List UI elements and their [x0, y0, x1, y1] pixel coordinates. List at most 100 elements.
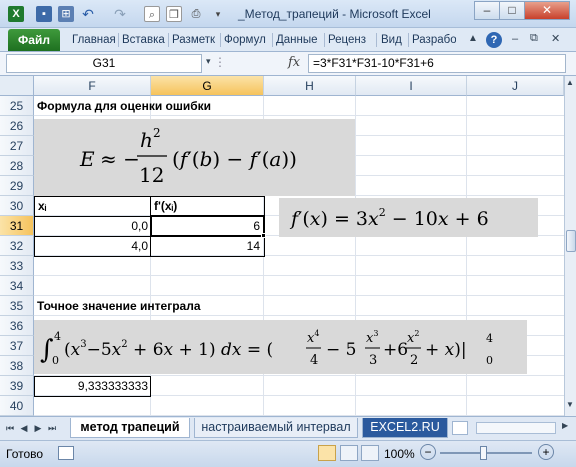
select-all-corner[interactable]	[0, 76, 34, 96]
row-header-31[interactable]: 31	[0, 216, 34, 236]
error-formula-svg: E ≈ − h 2 12 (f′(b) − f′(a))	[79, 126, 297, 187]
row-header-37[interactable]: 37	[0, 336, 34, 356]
column-header-h[interactable]: H	[264, 76, 356, 96]
macro-record-icon[interactable]	[58, 446, 74, 460]
maximize-icon[interactable]: □	[499, 1, 525, 20]
ribbon-tabs: Файл Главная Вставка Разметк Формул Данн…	[0, 28, 576, 52]
prev-sheet-icon[interactable]: ◀	[18, 422, 30, 434]
zoom-level[interactable]: 100%	[384, 447, 415, 461]
svg-text:+ x)|: + x)|	[425, 340, 467, 360]
column-header-f[interactable]: F	[34, 76, 151, 96]
zoom-slider-thumb[interactable]	[480, 446, 487, 460]
svg-text:(f′(b) − f′(a)): (f′(b) − f′(a))	[172, 147, 297, 171]
scroll-thumb[interactable]	[566, 230, 576, 252]
row-header-38[interactable]: 38	[0, 356, 34, 376]
cell-g32[interactable]: 14	[152, 236, 260, 256]
tab-formulas[interactable]: Формул	[224, 34, 268, 46]
cell-f30[interactable]: xᵢ	[38, 196, 46, 216]
doc-close-icon[interactable]: ✕	[551, 32, 560, 45]
cell-f31[interactable]: 0,0	[36, 216, 148, 236]
worksheet-grid[interactable]: F G H I J 25 26 27 28 29 30 31 32 33 34 …	[0, 76, 564, 416]
row-header-40[interactable]: 40	[0, 396, 34, 416]
zoom-out-icon[interactable]: −	[420, 444, 436, 460]
row-header-36[interactable]: 36	[0, 316, 34, 336]
last-sheet-icon[interactable]: ⏭	[46, 422, 58, 434]
copy-icon[interactable]: ❐	[166, 6, 182, 22]
redo-icon[interactable]: ↷	[112, 6, 128, 22]
tab-page-layout[interactable]: Разметк	[172, 34, 216, 46]
sheet-tab-excel2ru[interactable]: EXCEL2.RU	[362, 418, 448, 438]
excel-icon[interactable]: X	[8, 6, 24, 22]
row-header-26[interactable]: 26	[0, 116, 34, 136]
svg-text:2: 2	[153, 126, 161, 140]
column-header-g[interactable]: G	[151, 76, 264, 96]
row-header-28[interactable]: 28	[0, 156, 34, 176]
next-sheet-icon[interactable]: ▶	[32, 422, 44, 434]
formula-input[interactable]: =3*F31*F31-10*F31+6	[308, 54, 566, 73]
sheet-tab-custom-interval[interactable]: настраиваемый интервал	[194, 418, 358, 438]
row-header-30[interactable]: 30	[0, 196, 34, 216]
horizontal-scrollbar[interactable]	[476, 422, 556, 434]
scroll-down-icon[interactable]: ▼	[566, 400, 575, 412]
page-layout-view-icon[interactable]	[340, 445, 358, 461]
row-header-29[interactable]: 29	[0, 176, 34, 196]
svg-text:2: 2	[410, 353, 418, 368]
doc-restore-icon[interactable]: ⧉	[530, 32, 538, 45]
column-header-i[interactable]: I	[356, 76, 467, 96]
svg-text:h: h	[140, 128, 153, 152]
minimize-icon[interactable]: –	[474, 1, 500, 20]
insert-sheet-icon[interactable]	[452, 421, 468, 435]
customize-qat-icon[interactable]: ▾	[210, 6, 226, 22]
sheet-tab-trapezoid[interactable]: метод трапеций	[70, 418, 190, 438]
cell-f39[interactable]: 9,333333333	[36, 376, 148, 396]
row-header-27[interactable]: 27	[0, 136, 34, 156]
tab-review[interactable]: Реценз	[328, 34, 372, 46]
scroll-up-icon[interactable]: ▲	[566, 78, 575, 90]
error-formula-image[interactable]: E ≈ − h 2 12 (f′(b) − f′(a))	[34, 119, 355, 196]
file-tab[interactable]: Файл	[8, 29, 60, 51]
row-header-34[interactable]: 34	[0, 276, 34, 296]
derivative-formula-image[interactable]: f′(x) = 3x2 − 10x + 6	[279, 198, 538, 237]
svg-text:E: E	[79, 147, 95, 171]
cell-f32[interactable]: 4,0	[36, 236, 148, 256]
integral-formula-image[interactable]: ∫ 4 0 (x3−5x2 + 6x + 1) dx = ( x4 4 − 5 …	[34, 320, 527, 374]
vertical-scrollbar[interactable]: ▲ ▼	[564, 76, 576, 416]
tab-data[interactable]: Данные	[276, 34, 320, 46]
doc-minimize-icon[interactable]: –	[512, 33, 518, 45]
fill-handle[interactable]	[261, 233, 266, 238]
svg-text:f′(x) = 3x2 − 10x + 6: f′(x) = 3x2 − 10x + 6	[289, 206, 489, 230]
cell-f35[interactable]: Точное значение интеграла	[37, 296, 201, 316]
page-break-view-icon[interactable]	[361, 445, 379, 461]
first-sheet-icon[interactable]: ⏮	[4, 422, 16, 434]
formula-bar: G31 ▾ ⋮ fx =3*F31*F31-10*F31+6	[0, 52, 576, 76]
name-box-dropdown-icon[interactable]: ▾	[206, 56, 211, 67]
row-header-35[interactable]: 35	[0, 296, 34, 316]
save-icon[interactable]: ▪	[36, 6, 52, 22]
normal-view-icon[interactable]	[318, 445, 336, 461]
tab-home[interactable]: Главная	[72, 34, 116, 46]
scroll-right-icon[interactable]: ▶	[562, 421, 568, 430]
svg-text:0: 0	[486, 354, 493, 367]
zoom-in-icon[interactable]: +	[538, 444, 554, 460]
cell-f25[interactable]: Формула для оценки ошибки	[37, 96, 211, 116]
ribbon-collapse-icon[interactable]: ▲	[468, 33, 482, 47]
tab-developer[interactable]: Разрабо	[412, 34, 456, 46]
close-icon[interactable]: ✕	[524, 1, 570, 20]
quick-icon[interactable]: ⊞	[58, 6, 74, 22]
svg-text:x3: x3	[366, 329, 378, 346]
row-header-39[interactable]: 39	[0, 376, 34, 396]
row-header-25[interactable]: 25	[0, 96, 34, 116]
column-header-j[interactable]: J	[467, 76, 564, 96]
insert-function-icon[interactable]: fx	[288, 55, 300, 70]
printer-icon[interactable]: ⎙	[188, 6, 204, 22]
splitter-icon[interactable]: ⋮	[214, 55, 226, 72]
name-box[interactable]: G31	[6, 54, 202, 73]
tab-insert[interactable]: Вставка	[122, 34, 166, 46]
row-header-32[interactable]: 32	[0, 236, 34, 256]
print-preview-icon[interactable]: ⌕	[144, 6, 160, 22]
tab-view[interactable]: Вид	[381, 34, 405, 46]
cell-g30[interactable]: f'(xᵢ)	[154, 196, 177, 216]
row-header-33[interactable]: 33	[0, 256, 34, 276]
undo-icon[interactable]: ↶	[80, 6, 96, 22]
help-icon[interactable]: ?	[486, 32, 502, 48]
